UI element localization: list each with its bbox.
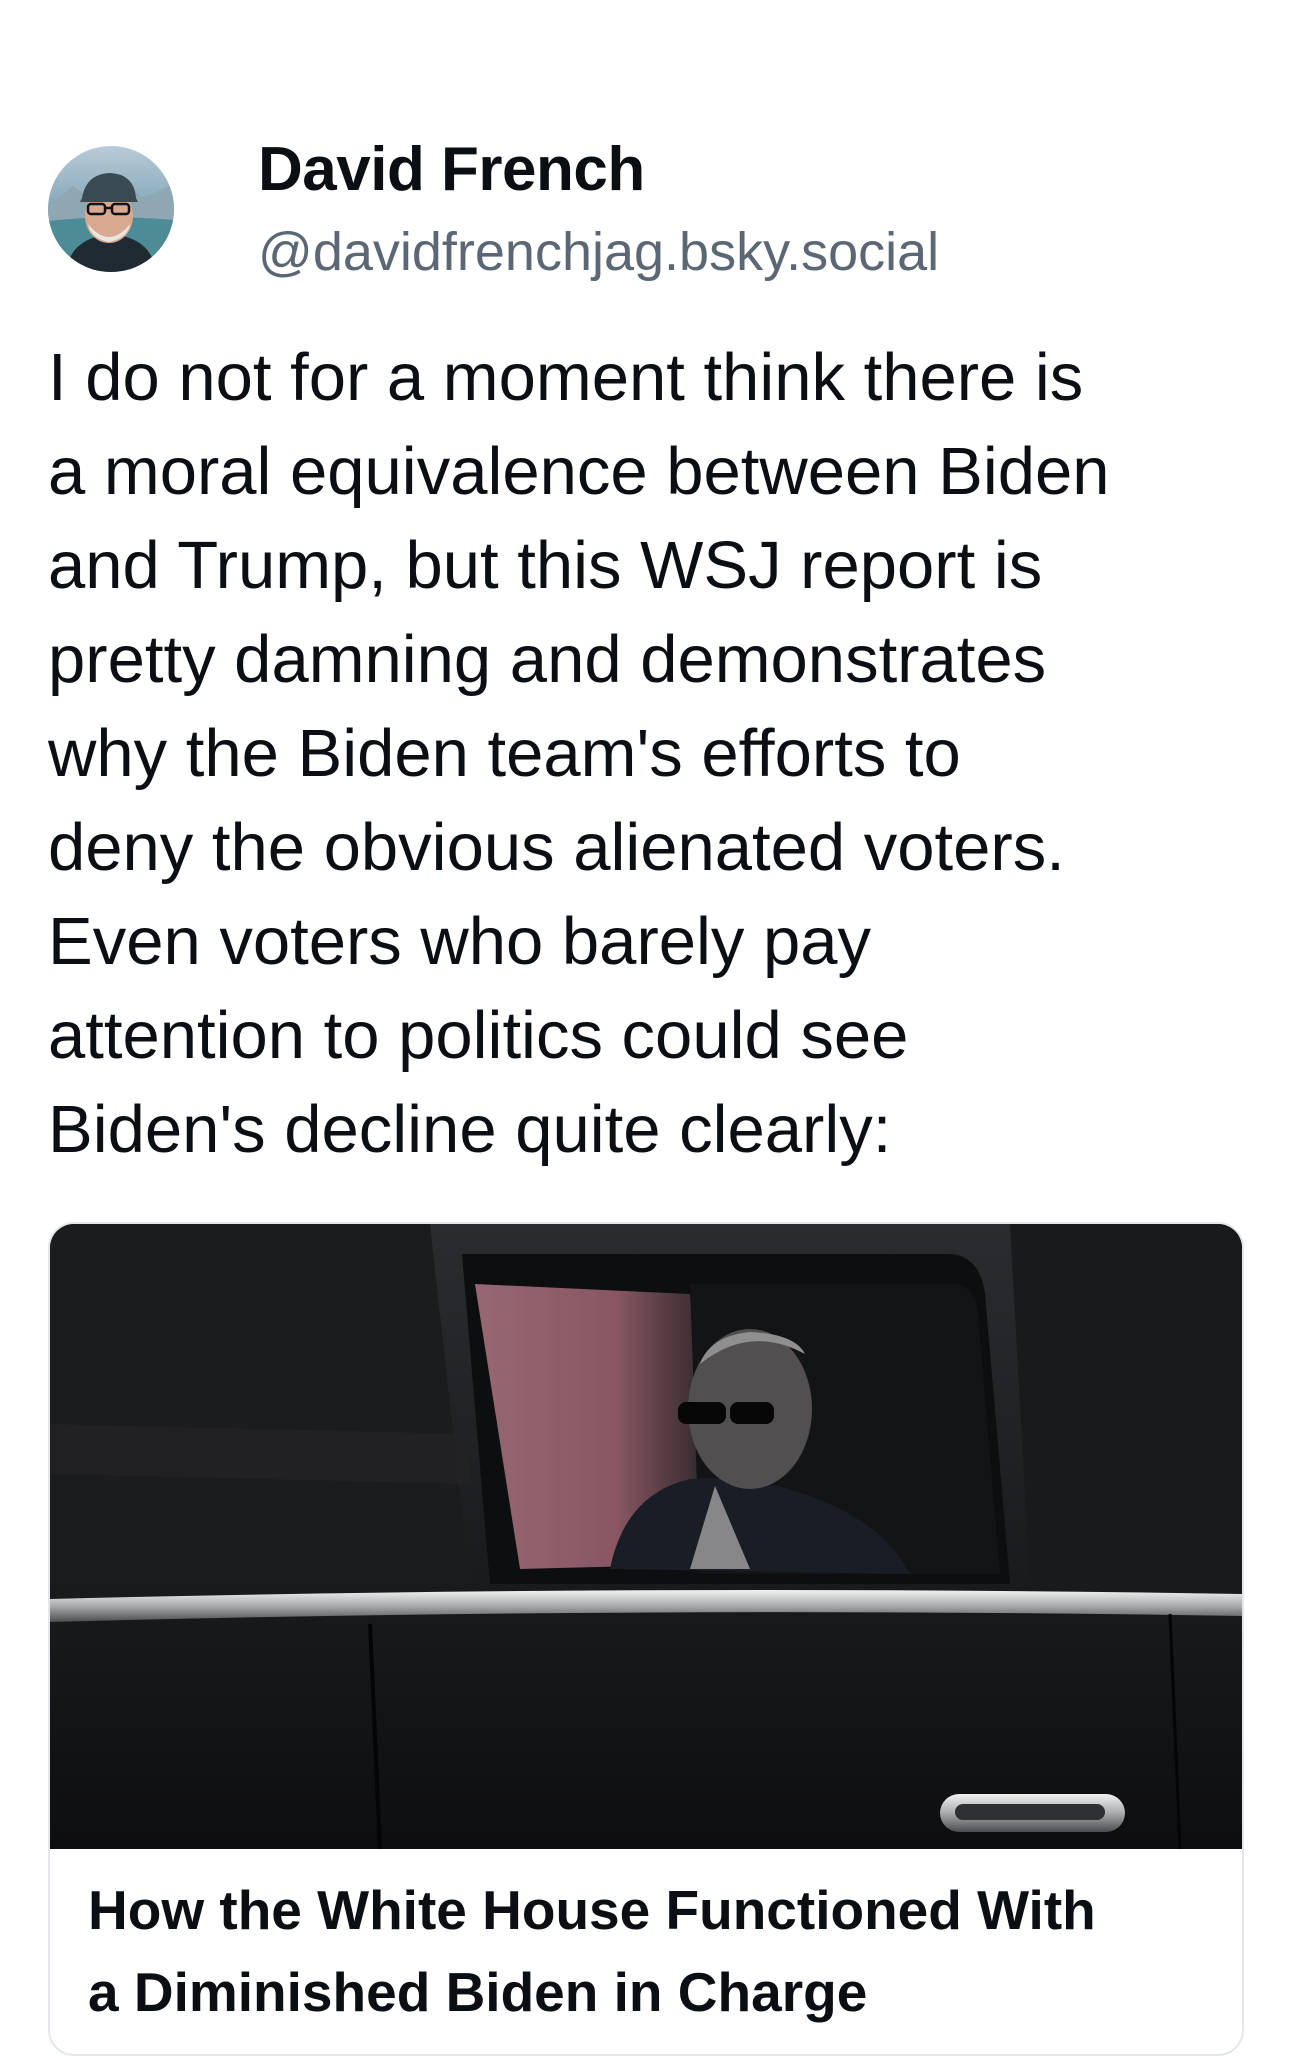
author-names: David French @davidfrenchjag.bsky.social: [258, 134, 939, 284]
avatar-photo-icon: [48, 146, 174, 272]
post-container: David French @davidfrenchjag.bsky.social…: [0, 0, 1290, 2056]
post-text-line: a moral equivalence between Biden: [48, 434, 1110, 509]
post-text-line: why the Biden team's efforts to: [48, 716, 961, 791]
author-handle[interactable]: @davidfrenchjag.bsky.social: [258, 220, 939, 284]
link-card-title[interactable]: How the White House Functioned With a Di…: [88, 1869, 1218, 2033]
link-card-title-line: a Diminished Biden in Charge: [88, 1961, 868, 2023]
post-text-line: and Trump, but this WSJ report is: [48, 528, 1043, 603]
post-text-line: pretty damning and demonstrates: [48, 622, 1047, 697]
car-window-photo-icon[interactable]: [50, 1224, 1242, 1849]
post-text-line: Even voters who barely pay: [48, 904, 872, 979]
author-display-name[interactable]: David French: [258, 134, 939, 206]
post-text-line: Biden's decline quite clearly:: [48, 1092, 892, 1167]
link-card[interactable]: How the White House Functioned With a Di…: [48, 1222, 1244, 2056]
post-text-line: deny the obvious alienated voters.: [48, 810, 1065, 885]
post-text-line: I do not for a moment think there is: [48, 340, 1084, 415]
post-text-line: attention to politics could see: [48, 998, 909, 1073]
post-text: I do not for a moment think there is a m…: [48, 331, 1258, 1177]
link-card-title-line: How the White House Functioned With: [88, 1879, 1096, 1941]
avatar[interactable]: [48, 146, 174, 272]
post-author[interactable]: David French @davidfrenchjag.bsky.social: [48, 134, 939, 284]
